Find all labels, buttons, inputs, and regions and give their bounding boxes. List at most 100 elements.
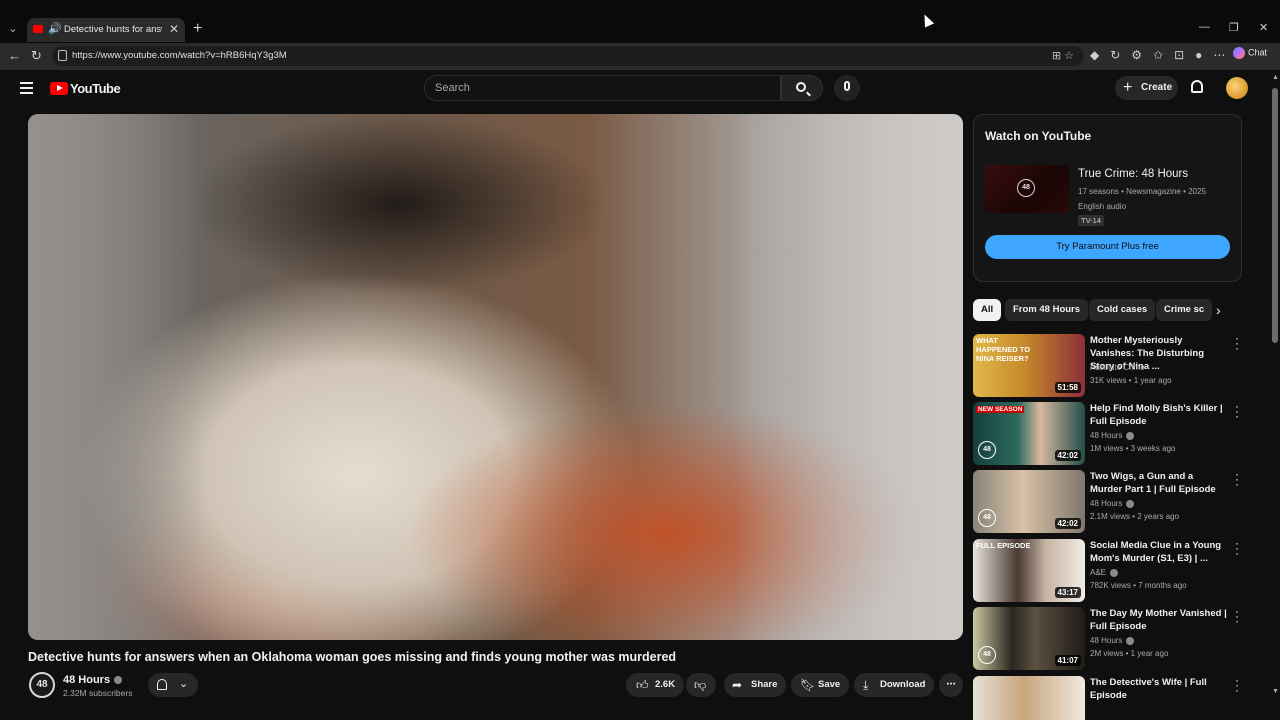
recommendation-meta: 1M views • 3 weeks ago <box>1090 444 1176 453</box>
browser-tab-bar: ⌄ 🔊 Detective hunts for answers when an … <box>0 0 1280 43</box>
video-frame-right <box>733 114 963 640</box>
reload-icon[interactable]: ↻ <box>31 48 42 64</box>
try-paramount-button[interactable]: Try Paramount Plus free <box>985 235 1230 259</box>
more-vert-icon[interactable]: · · · <box>1232 605 1242 627</box>
chip-crime-scene[interactable]: Crime sc <box>1156 299 1213 321</box>
recommendation-title[interactable]: The Detective's Wife | Full Episode <box>1090 676 1228 702</box>
more-vert-icon[interactable]: · · · <box>1232 400 1242 422</box>
verified-icon <box>1126 431 1135 440</box>
channel-name-link[interactable]: 48 Hours <box>63 674 123 686</box>
recommendation-meta: 2.1M views • 2 years ago <box>1090 512 1180 521</box>
restore-button[interactable]: ❐ <box>1229 21 1239 34</box>
page-scrollbar[interactable]: ▲ ▼ <box>1270 70 1280 720</box>
notifications-bell-icon[interactable] <box>1191 80 1203 93</box>
extension-icons[interactable]: ◆↻⚙✩⊡●⋯ <box>1090 48 1236 62</box>
video-player[interactable] <box>28 114 963 640</box>
channel-label[interactable]: A&E <box>1090 568 1106 577</box>
more-vert-icon[interactable]: · · · <box>1232 537 1242 559</box>
list-item[interactable]: 48 41:07 The Day My Mother Vanished | Fu… <box>973 605 1243 671</box>
share-icon: ➦ <box>732 678 743 692</box>
account-avatar[interactable] <box>1226 77 1248 99</box>
browser-tab[interactable]: 🔊 Detective hunts for answers when an Ok… <box>27 18 185 42</box>
video-thumbnail[interactable]: NEW SEASON 48 42:02 <box>973 402 1085 465</box>
duration-badge: 42:02 <box>1054 518 1081 529</box>
channel-name[interactable]: 48 Hours <box>63 674 110 686</box>
recommendation-channel[interactable]: 48 Hours <box>1090 636 1135 645</box>
video-thumbnail[interactable]: FULL EPISODE 43:17 <box>973 539 1085 602</box>
back-arrow-icon[interactable]: ← <box>8 48 21 63</box>
copilot-chat-button[interactable]: Chat <box>1233 47 1267 59</box>
site-info-icon[interactable] <box>58 50 67 61</box>
recommendation-channel[interactable]: A&E <box>1090 568 1119 577</box>
show-thumbnail[interactable]: 48 <box>985 165 1069 213</box>
youtube-logo[interactable]: YouTube <box>50 80 121 98</box>
tab-title: Detective hunts for answers when an Okla… <box>64 24 162 35</box>
list-item[interactable]: NEW SEASON 48 42:02 Help Find Molly Bish… <box>973 400 1243 466</box>
more-vert-icon[interactable]: · · · <box>1232 676 1242 696</box>
list-item[interactable]: WHAT HAPPENED TO NINA REISER? 51:58 Moth… <box>973 332 1243 398</box>
channel-label[interactable]: 48 Hours <box>1090 636 1122 645</box>
more-actions-button[interactable]: ⋯ <box>939 673 963 697</box>
dislike-button[interactable]: 👎︎ <box>686 673 716 697</box>
tab-close-icon[interactable]: ✕ <box>169 22 179 36</box>
more-vert-icon[interactable]: · · · <box>1232 332 1242 354</box>
channel-avatar[interactable]: 48 <box>29 672 55 698</box>
video-thumbnail[interactable]: 48 42:02 <box>973 470 1085 533</box>
download-button[interactable]: ⤓ Download <box>854 673 934 697</box>
scroll-down-icon[interactable]: ▼ <box>1272 688 1279 695</box>
recommendation-title[interactable]: Social Media Clue in a Young Mom's Murde… <box>1090 539 1228 565</box>
download-icon: ⤓ <box>863 678 869 692</box>
save-button[interactable]: 🔖︎ Save <box>791 673 849 697</box>
new-season-badge: NEW SEASON <box>976 406 1025 413</box>
list-item[interactable]: 48 42:02 Two Wigs, a Gun and a Murder Pa… <box>973 468 1243 534</box>
scrollbar-thumb[interactable] <box>1272 88 1278 343</box>
channel-label[interactable]: 48 Hours <box>1090 499 1122 508</box>
recommendation-meta: 2M views • 1 year ago <box>1090 649 1169 658</box>
search-input[interactable]: Search <box>424 75 781 101</box>
chip-cold-cases[interactable]: Cold cases <box>1089 299 1156 321</box>
recommendation-title[interactable]: Help Find Molly Bish's Killer | Full Epi… <box>1090 402 1228 428</box>
duration-badge: 43:17 <box>1054 587 1081 598</box>
search-button[interactable] <box>781 75 823 101</box>
show-name[interactable]: True Crime: 48 Hours <box>1078 168 1188 180</box>
video-thumbnail[interactable]: WHAT HAPPENED TO NINA REISER? 51:58 <box>973 334 1085 397</box>
channel-label[interactable]: 48 Hours <box>1090 431 1122 440</box>
scroll-up-icon[interactable]: ▲ <box>1272 74 1279 81</box>
chip-from-48-hours[interactable]: From 48 Hours <box>1005 299 1089 321</box>
recommendation-title[interactable]: The Day My Mother Vanished | Full Episod… <box>1090 607 1228 633</box>
recommendation-channel[interactable]: 48 Hours <box>1090 431 1135 440</box>
create-button[interactable]: + Create <box>1115 76 1178 100</box>
youtube-favicon-icon <box>33 25 43 33</box>
video-thumbnail[interactable] <box>973 676 1085 720</box>
like-button[interactable]: 👍︎ 2.6K <box>626 673 684 697</box>
recommendation-channel[interactable]: Absolute Crime <box>1090 363 1145 372</box>
list-item[interactable]: The Detective's Wife | Full Episode · · · <box>973 676 1243 720</box>
48-hours-logo-icon: 48 <box>978 646 996 664</box>
minimize-button[interactable]: — <box>1199 21 1210 33</box>
recommendation-channel[interactable]: 48 Hours <box>1090 499 1135 508</box>
thumbs-down-icon: 👎︎ <box>694 678 707 692</box>
favorite-star-icon[interactable]: ⊞ ☆ <box>1052 49 1074 62</box>
list-item[interactable]: FULL EPISODE 43:17 Social Media Clue in … <box>973 537 1243 603</box>
chevron-right-icon[interactable]: › <box>1216 302 1221 318</box>
subscription-bell-button[interactable]: ⌄ <box>148 673 198 697</box>
new-tab-button[interactable]: + <box>193 20 202 38</box>
filter-chips: All From 48 Hours Cold cases Crime sc <box>973 299 1241 321</box>
close-window-button[interactable]: ✕ <box>1259 21 1268 34</box>
share-button[interactable]: ➦ Share <box>724 673 786 697</box>
tab-list-chevron-icon[interactable]: ⌄ <box>4 20 22 38</box>
video-thumbnail[interactable]: 48 41:07 <box>973 607 1085 670</box>
speaker-icon[interactable]: 🔊 <box>48 22 62 35</box>
more-vert-icon[interactable]: · · · <box>1232 468 1242 490</box>
url-text[interactable]: https://www.youtube.com/watch?v=hRB6HqY3… <box>72 50 287 61</box>
more-icon: ⋯ <box>946 679 956 690</box>
chevron-down-icon: ⌄ <box>179 678 189 690</box>
create-label: Create <box>1141 82 1173 93</box>
recommendation-title[interactable]: Two Wigs, a Gun and a Murder Part 1 | Fu… <box>1090 470 1228 496</box>
voice-search-button[interactable] <box>834 75 860 101</box>
like-count: 2.6K <box>655 679 676 690</box>
verified-icon <box>1126 499 1135 508</box>
menu-icon[interactable] <box>20 82 33 97</box>
url-field[interactable]: https://www.youtube.com/watch?v=hRB6HqY3… <box>52 46 1084 66</box>
chip-all[interactable]: All <box>973 299 1002 321</box>
